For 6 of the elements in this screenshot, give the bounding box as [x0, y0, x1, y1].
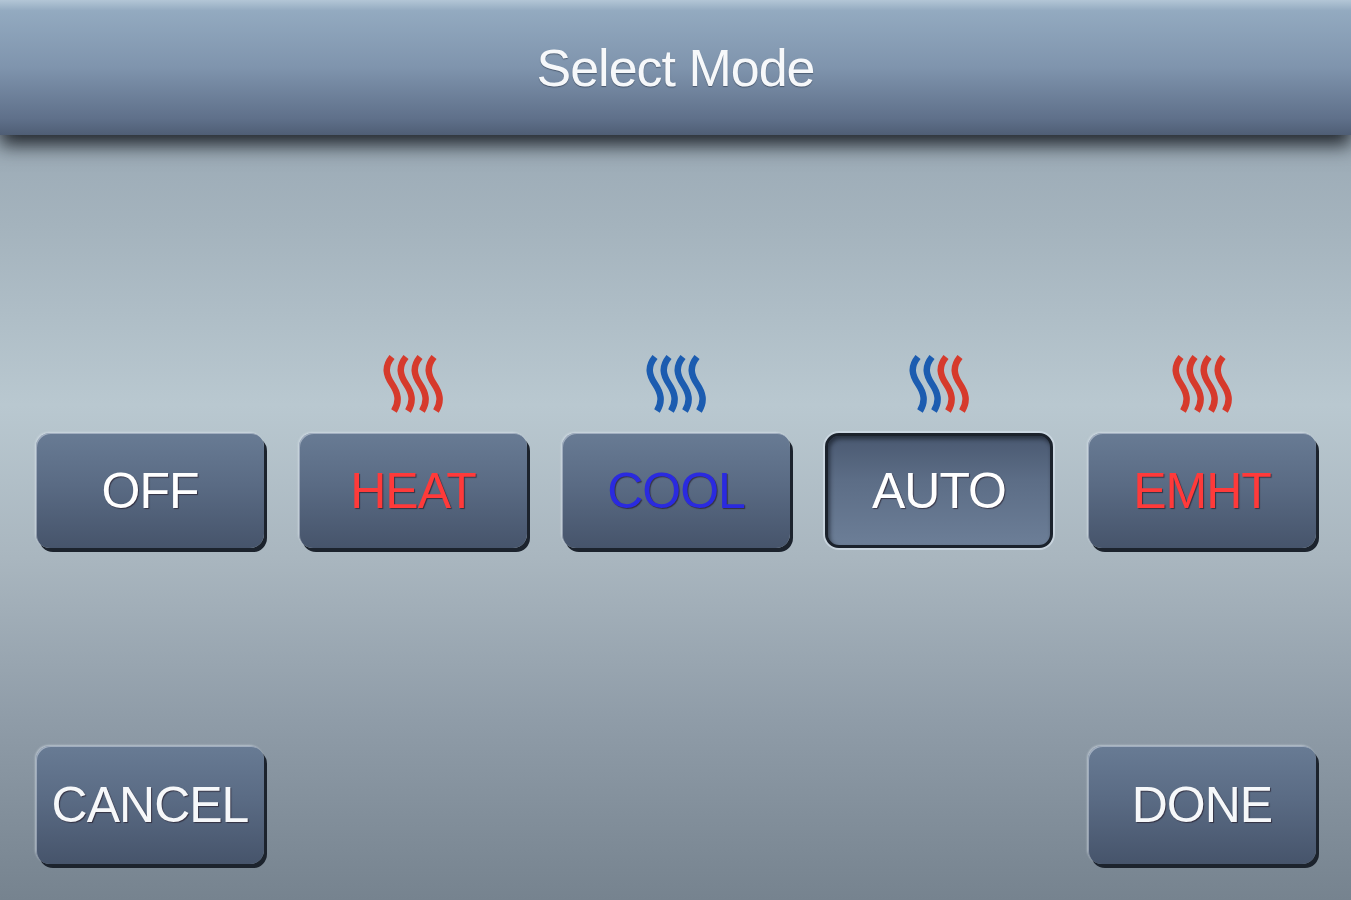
heat-waves-icon — [383, 355, 443, 413]
mode-button[interactable]: AUTO — [825, 433, 1053, 548]
heat-cool-waves-icon — [909, 355, 969, 413]
heat-waves-icon — [1172, 355, 1232, 413]
screen-title: Select Mode — [536, 37, 815, 98]
cool-waves-icon — [646, 355, 706, 413]
